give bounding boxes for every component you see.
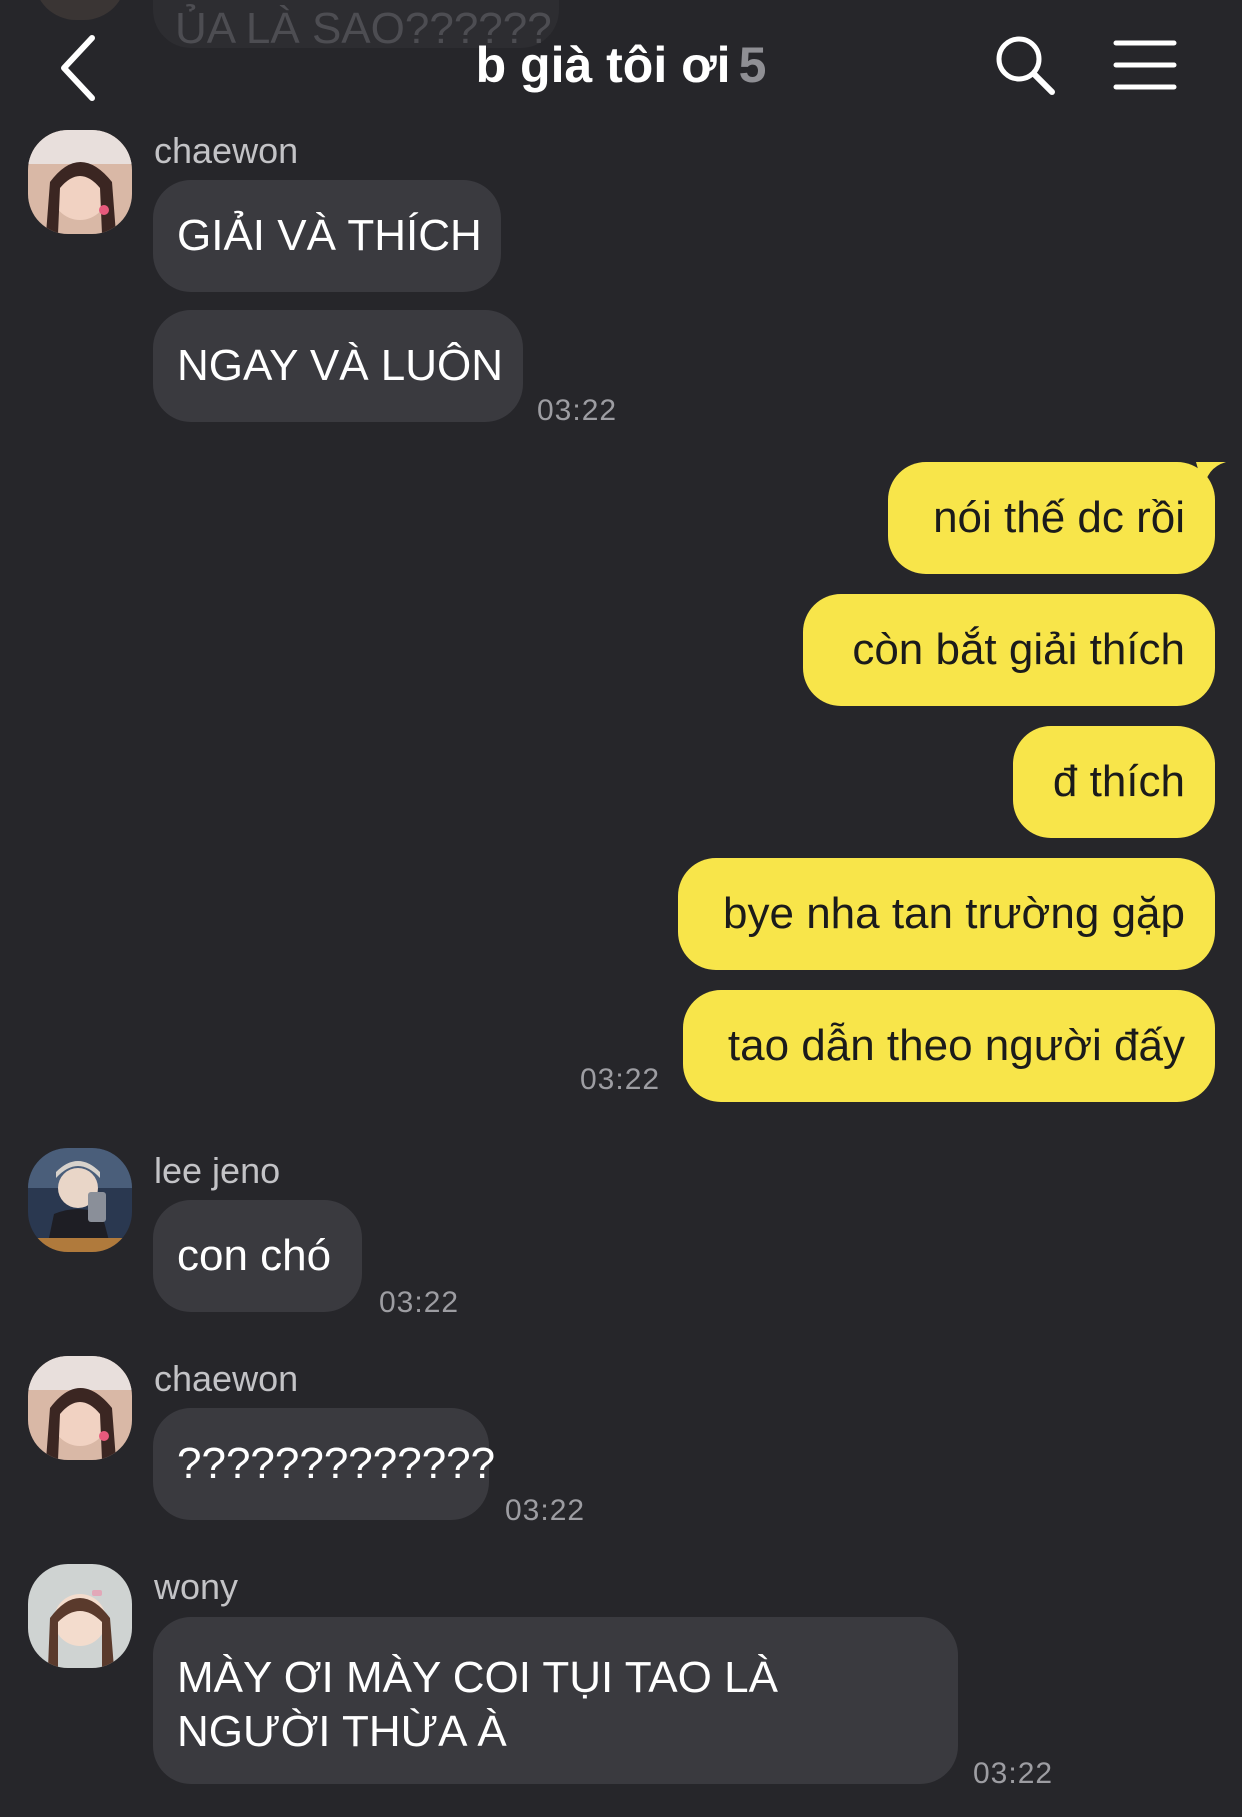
message-bubble[interactable]: MÀY ƠI MÀY COI TỤI TAO LÀ NGƯỜI THỪA À [153, 1617, 958, 1784]
timestamp: 03:22 [973, 1757, 1054, 1790]
message-text: GIẢI VÀ THÍCH [177, 211, 482, 260]
message-bubble[interactable]: ????????????? [153, 1408, 495, 1520]
timestamp: 03:22 [379, 1286, 460, 1319]
message-bubble[interactable]: NGAY VÀ LUÔN [153, 310, 523, 422]
sender-name: wony [154, 1566, 239, 1607]
timestamp: 03:22 [505, 1494, 586, 1527]
sender-name: lee jeno [154, 1150, 281, 1191]
avatar-wony[interactable] [28, 1564, 132, 1668]
hamburger-menu-icon [1113, 40, 1177, 90]
message-bubble-outgoing[interactable]: tao dẫn theo người đấy [683, 990, 1215, 1102]
chat-title-text: b già tôi ơi [475, 37, 731, 93]
message-text: MÀY ƠI MÀY COI TỤI TAO LÀ NGƯỜI THỪA À [177, 1653, 778, 1756]
timestamp: 03:22 [580, 1063, 661, 1096]
menu-button[interactable] [1112, 34, 1178, 96]
message-text: nói thế dc rồi [933, 493, 1185, 542]
message-text: còn bắt giải thích [852, 625, 1185, 674]
avatar-chaewon[interactable] [28, 130, 132, 234]
message-text: tao dẫn theo người đấy [727, 1021, 1185, 1070]
message-text: ????????????? [177, 1439, 496, 1488]
sender-name: chaewon [154, 1358, 299, 1399]
message-bubble[interactable]: con chó [153, 1200, 362, 1312]
search-button[interactable] [992, 32, 1058, 98]
avatar-chaewon[interactable] [28, 1356, 132, 1460]
avatar-lee-jeno[interactable] [28, 1148, 132, 1252]
message-bubble-outgoing[interactable]: nói thế dc rồi [888, 462, 1215, 574]
message-bubble-outgoing[interactable]: bye nha tan trường gặp [678, 858, 1215, 970]
message-text: NGAY VÀ LUÔN [177, 341, 504, 390]
message-text: bye nha tan trường gặp [723, 889, 1185, 938]
message-bubble-outgoing[interactable]: còn bắt giải thích [803, 594, 1215, 706]
message-bubble[interactable]: GIẢI VÀ THÍCH [153, 180, 501, 292]
search-icon [996, 36, 1055, 95]
avatar-cutoff[interactable] [34, 0, 126, 20]
member-count: 5 [738, 37, 767, 93]
message-text: đ thích [1052, 757, 1185, 806]
message-text: con chó [177, 1231, 332, 1280]
sender-name: chaewon [154, 130, 299, 171]
timestamp: 03:22 [537, 394, 618, 427]
message-bubble-outgoing[interactable]: đ thích [1013, 726, 1215, 838]
